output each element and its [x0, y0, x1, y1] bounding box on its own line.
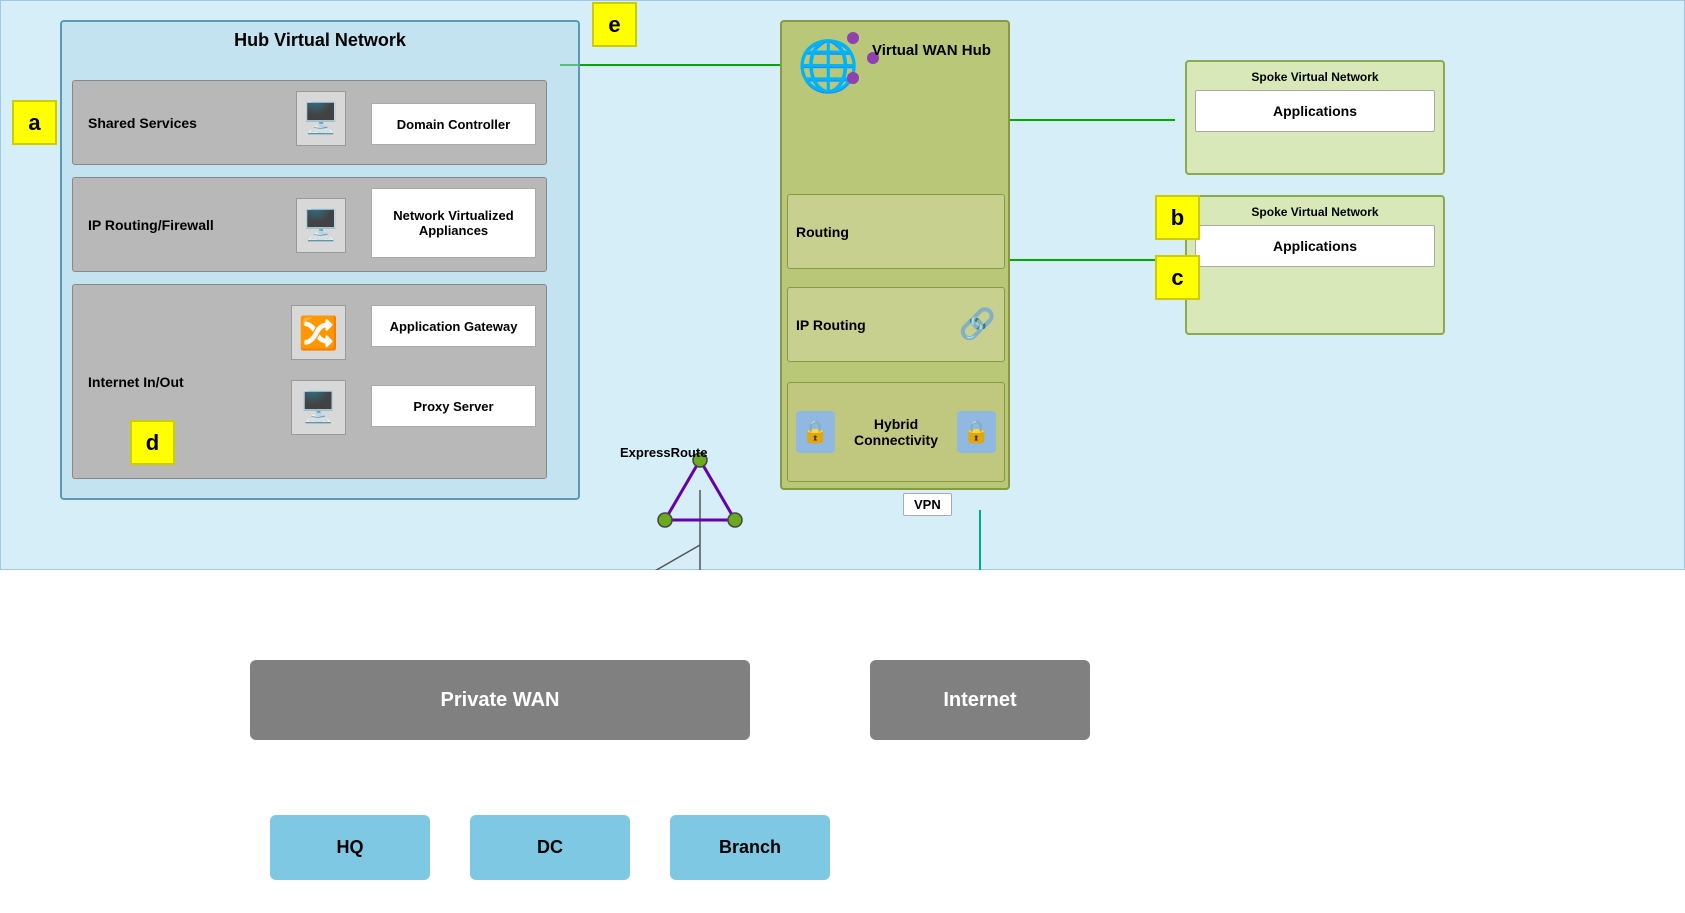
network-appliance-icon: 🖥️	[296, 198, 346, 253]
internet-bottom: Internet	[870, 660, 1090, 740]
hq-box: HQ	[270, 815, 430, 880]
spoke-vnet-2: Spoke Virtual Network Applications	[1185, 195, 1445, 335]
vpn-label: VPN	[903, 493, 952, 516]
proxy-server-box: Proxy Server	[371, 385, 536, 427]
shared-services-label: Shared Services	[88, 115, 197, 131]
domain-controller-box: Domain Controller	[371, 103, 536, 145]
ip-routing-vwan-box: IP Routing 🔗	[787, 287, 1005, 362]
bottom-section	[0, 570, 1685, 913]
routing-label: Routing	[796, 224, 849, 240]
label-b: b	[1155, 195, 1200, 240]
hybrid-connectivity-box: 🔒 Hybrid Connectivity 🔒	[787, 382, 1005, 482]
branch-box: Branch	[670, 815, 830, 880]
hybrid-connectivity-label: Hybrid Connectivity	[835, 416, 957, 448]
routing-box: Routing	[787, 194, 1005, 269]
private-wan: Private WAN	[250, 660, 750, 740]
label-d: d	[130, 420, 175, 465]
label-a: a	[12, 100, 57, 145]
hybrid-lock-left-icon: 🔒	[796, 411, 835, 453]
label-c: c	[1155, 255, 1200, 300]
ip-routing-firewall-section: IP Routing/Firewall 🖥️ Network Virtualiz…	[72, 177, 547, 272]
hybrid-lock-right-icon: 🔒	[957, 411, 996, 453]
app-gateway-icon: 🔀	[291, 305, 346, 360]
spoke-vnet-2-title: Spoke Virtual Network	[1195, 205, 1435, 219]
shared-services-section: Shared Services 🖥️ Domain Controller	[72, 80, 547, 165]
expressroute-label: ExpressRoute	[620, 445, 707, 460]
proxy-server-icon: 🖥️	[291, 380, 346, 435]
application-gateway-box: Application Gateway	[371, 305, 536, 347]
vwan-hub: 🌐 Virtual WAN Hub Routing IP Routing 🔗 🔒…	[780, 20, 1010, 490]
dc-box: DC	[470, 815, 630, 880]
network-virtualized-box: Network Virtualized Appliances	[371, 188, 536, 258]
spoke-vnet-1-title: Spoke Virtual Network	[1195, 70, 1435, 84]
ip-routing-firewall-label: IP Routing/Firewall	[88, 217, 214, 233]
spoke-vnet-2-apps: Applications	[1195, 225, 1435, 267]
spoke-vnet-1-apps: Applications	[1195, 90, 1435, 132]
spoke-vnet-1: Spoke Virtual Network Applications	[1185, 60, 1445, 175]
shared-services-icon: 🖥️	[296, 91, 346, 146]
vwan-title: Virtual WAN Hub	[872, 42, 991, 59]
ip-routing-icon: 🔗	[959, 307, 996, 342]
internet-inout-label: Internet In/Out	[88, 374, 184, 390]
ip-routing-vwan-label: IP Routing	[796, 317, 866, 333]
label-e: e	[592, 2, 637, 47]
diagram-container: Hub Virtual Network Shared Services 🖥️ D…	[0, 0, 1685, 913]
hub-vnet-title: Hub Virtual Network	[234, 30, 406, 51]
